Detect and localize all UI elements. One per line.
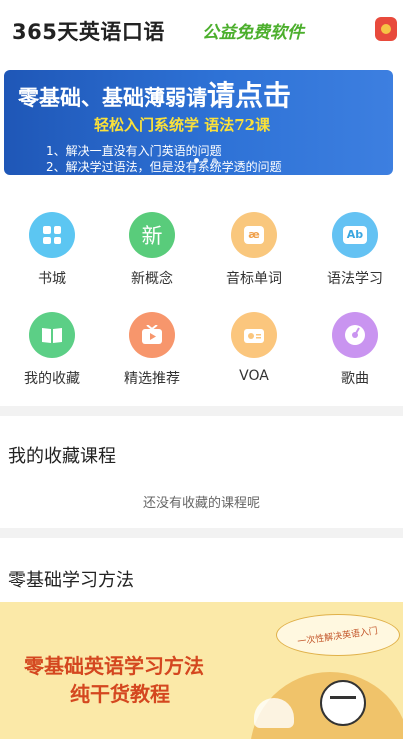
app-header: 365天英语口语 公益免费软件: [0, 0, 403, 62]
method-banner-subtitle: 纯干货教程: [70, 682, 170, 706]
grid-item-voa[interactable]: VOA: [214, 312, 294, 384]
grid-label: 精选推荐: [124, 371, 180, 387]
banner-subheadline: 轻松入门系统学 语法72课: [94, 116, 271, 134]
grid-item-bookstore[interactable]: 书城: [12, 212, 92, 288]
banner-point-2: 2、解决学过语法，但是没有系统学透的问题: [46, 160, 282, 174]
favorites-book-icon: [29, 312, 75, 358]
banner-point-1: 1、解决一直没有入门英语的问题: [46, 144, 222, 158]
grid-item-favorites[interactable]: 我的收藏: [12, 312, 92, 388]
section-divider: [0, 528, 403, 538]
grid-label: 新概念: [131, 271, 173, 287]
music-disc-icon: [332, 312, 378, 358]
grid-item-songs[interactable]: 歌曲: [315, 312, 395, 388]
grid-item-phonetic[interactable]: æ 音标单词: [214, 212, 294, 288]
new-concept-icon: 新: [129, 212, 175, 258]
app-title: 365天英语口语: [12, 20, 165, 44]
carousel-indicator: [194, 158, 217, 163]
grid-label: 音标单词: [226, 271, 282, 287]
grid-label: 书城: [38, 271, 66, 287]
carousel-dot: [212, 158, 217, 163]
carousel-dot: [203, 158, 208, 163]
banner-click-text: 请点击: [207, 79, 292, 112]
promo-banner[interactable]: 零基础、基础薄弱请请点击 轻松入门系统学 语法72课 1、解决一直没有入门英语的…: [4, 70, 393, 175]
slogan: 公益免费软件: [202, 23, 304, 43]
grid-item-recommend[interactable]: 精选推荐: [112, 312, 192, 388]
phonetic-glyph: æ: [244, 226, 264, 244]
speech-bubble-text: 一次性解决英语入门: [297, 625, 380, 648]
carousel-dot: [194, 158, 199, 163]
favorites-section-title: 我的收藏课程: [8, 446, 116, 467]
tv-recommend-icon: [129, 312, 175, 358]
grid-item-new-concept[interactable]: 新 新概念: [112, 212, 192, 288]
grid-label: 歌曲: [341, 371, 369, 387]
grid-item-grammar[interactable]: Ab 语法学习: [315, 212, 395, 288]
section-divider: [0, 406, 403, 416]
grid-label: 我的收藏: [24, 371, 80, 387]
banner-character-illustration: [320, 680, 366, 726]
method-section-title: 零基础学习方法: [8, 570, 134, 591]
bookstore-icon: [29, 212, 75, 258]
grid-label: VOA: [239, 368, 269, 384]
radio-icon: [231, 312, 277, 358]
grid-label: 语法学习: [327, 271, 383, 287]
banner-headline-text: 零基础、基础薄弱请: [18, 85, 207, 110]
method-banner-title: 零基础英语学习方法: [24, 654, 204, 678]
speech-bubble: 一次性解决英语入门: [276, 614, 400, 656]
method-banner[interactable]: 一次性解决英语入门 零基础英语学习方法 纯干货教程: [0, 602, 403, 739]
phonetic-icon: æ: [231, 212, 277, 258]
banner-headline: 零基础、基础薄弱请请点击: [18, 74, 291, 114]
gift-icon[interactable]: [375, 17, 397, 41]
grammar-icon: Ab: [332, 212, 378, 258]
grammar-glyph: Ab: [342, 226, 368, 244]
favorites-empty-message: 还没有收藏的课程呢: [142, 496, 260, 511]
